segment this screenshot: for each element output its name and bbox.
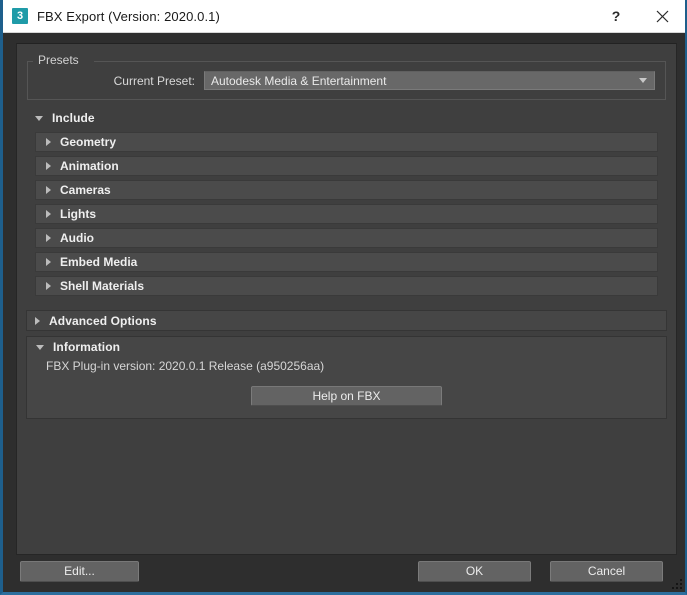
sub-section-audio[interactable]: Audio (35, 228, 658, 248)
triangle-right-icon (46, 258, 51, 266)
sub-section-lights[interactable]: Lights (35, 204, 658, 224)
triangle-right-icon (35, 316, 40, 325)
section-include-label: Include (52, 111, 95, 125)
presets-group: Presets Current Preset: Autodesk Media &… (27, 53, 666, 100)
section-information: Information FBX Plug-in version: 2020.0.… (26, 336, 667, 419)
triangle-right-icon (46, 162, 51, 170)
3ds-max-icon: 3 (12, 8, 28, 24)
triangle-right-icon (46, 234, 51, 242)
sub-section-label: Geometry (60, 135, 117, 149)
triangle-down-icon (36, 344, 44, 350)
sub-section-shell-materials[interactable]: Shell Materials (35, 276, 658, 296)
dialog-client-area: Presets Current Preset: Autodesk Media &… (3, 33, 685, 592)
presets-group-title: Presets (35, 53, 82, 67)
sub-section-label: Embed Media (60, 255, 138, 269)
sub-section-cameras[interactable]: Cameras (35, 180, 658, 200)
triangle-right-icon (46, 186, 51, 194)
current-preset-label: Current Preset: (113, 73, 195, 88)
fbx-export-dialog: 3 FBX Export (Version: 2020.0.1) ? Prese… (0, 0, 687, 595)
sub-section-label: Shell Materials (60, 279, 145, 293)
section-advanced-options[interactable]: Advanced Options (26, 310, 667, 331)
triangle-right-icon (46, 138, 51, 146)
sub-section-label: Animation (60, 159, 119, 173)
sub-section-label: Lights (60, 207, 96, 221)
current-preset-dropdown[interactable]: Autodesk Media & Entertainment (204, 71, 655, 90)
title-bar: 3 FBX Export (Version: 2020.0.1) ? (3, 0, 685, 33)
section-include[interactable]: Include (26, 108, 667, 128)
section-advanced-options-label: Advanced Options (49, 313, 157, 328)
current-preset-row: Current Preset: Autodesk Media & Enterta… (38, 71, 655, 90)
sub-section-label: Audio (60, 231, 94, 245)
plugin-version-text: FBX Plug-in version: 2020.0.1 Release (a… (46, 359, 325, 373)
help-on-fbx-button[interactable]: Help on FBX (251, 386, 442, 406)
sub-section-label: Cameras (60, 183, 111, 197)
cancel-button[interactable]: Cancel (550, 561, 663, 582)
help-on-fbx-row: Help on FBX (27, 386, 666, 406)
triangle-right-icon (46, 282, 51, 290)
include-sub-sections: Geometry Animation Cameras Lights Audio (25, 132, 668, 302)
dialog-footer: Edit... OK Cancel (16, 561, 677, 583)
triangle-right-icon (46, 210, 51, 218)
current-preset-value: Autodesk Media & Entertainment (211, 73, 387, 88)
resize-grip[interactable] (669, 576, 682, 589)
section-information-header[interactable]: Information (27, 337, 666, 357)
help-icon[interactable]: ? (593, 0, 639, 32)
close-icon[interactable] (639, 0, 685, 32)
sub-section-animation[interactable]: Animation (35, 156, 658, 176)
sub-section-geometry[interactable]: Geometry (35, 132, 658, 152)
chevron-down-icon (639, 78, 647, 83)
ok-button[interactable]: OK (418, 561, 531, 582)
section-information-label: Information (53, 340, 121, 354)
edit-button[interactable]: Edit... (20, 561, 139, 582)
sub-section-embed-media[interactable]: Embed Media (35, 252, 658, 272)
triangle-down-icon (35, 115, 43, 121)
window-title: FBX Export (Version: 2020.0.1) (37, 8, 220, 24)
options-scroll-area[interactable]: Presets Current Preset: Autodesk Media &… (16, 43, 677, 555)
